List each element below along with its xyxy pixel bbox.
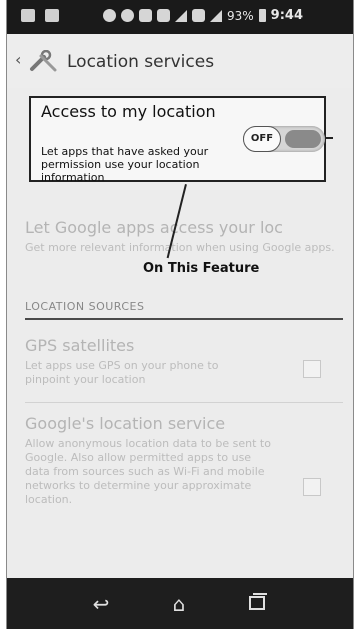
google-location-description: Allow anonymous location data to be sent…: [25, 437, 271, 506]
access-location-description: Let apps that have asked your permission…: [41, 145, 209, 184]
tools-icon[interactable]: [29, 50, 59, 72]
battery-icon: [258, 9, 266, 22]
google-apps-setting[interactable]: Let Google apps access your loc Get more…: [25, 218, 341, 255]
gps-title: GPS satellites: [25, 336, 135, 355]
notification-icons: [21, 9, 59, 22]
battery-percent: 93%: [227, 8, 254, 23]
signal-icon: [175, 9, 187, 22]
google-location-service-setting[interactable]: Google's location service Allow anonymou…: [25, 414, 341, 507]
section-divider: [25, 318, 343, 320]
phone-screen: 93% 9:44 ‹ Location services Access to m…: [6, 0, 354, 629]
action-bar: ‹ Location services: [7, 34, 353, 88]
system-icons: 93% 9:44: [103, 8, 303, 23]
navigation-bar: ↩ ⌂: [7, 578, 353, 629]
toggle-track: [285, 130, 321, 148]
signal2-icon: [210, 9, 222, 22]
access-location-setting[interactable]: Access to my location Let apps that have…: [29, 96, 326, 184]
recent-apps-icon: [249, 593, 267, 610]
google-apps-description: Get more relevant information when using…: [25, 241, 335, 254]
google-apps-title: Let Google apps access your loc: [25, 218, 283, 237]
toggle-state-label: OFF: [243, 126, 281, 152]
google-location-checkbox[interactable]: [303, 478, 321, 496]
status-bar: 93% 9:44: [7, 0, 353, 34]
alarm-icon: [121, 9, 134, 22]
annotation-label: On This Feature: [143, 261, 260, 276]
gps-checkbox[interactable]: [303, 360, 321, 378]
back-chevron-icon[interactable]: ‹: [15, 50, 21, 69]
back-button-icon[interactable]: ↩: [81, 588, 121, 620]
gps-description: Let apps use GPS on your phone to pinpoi…: [25, 359, 219, 386]
gps-satellites-setting[interactable]: GPS satellites Let apps use GPS on your …: [25, 336, 341, 387]
callout-tick: [325, 137, 333, 139]
page-title: Location services: [67, 52, 215, 72]
access-location-toggle[interactable]: OFF: [243, 126, 325, 152]
sim2-icon: [192, 9, 205, 22]
access-location-title: Access to my location: [41, 102, 216, 121]
location-icon: [103, 9, 116, 22]
clock: 9:44: [270, 8, 304, 23]
sim-icon: [157, 9, 170, 22]
home-button-icon[interactable]: ⌂: [159, 588, 199, 620]
gallery-icon: [21, 9, 35, 22]
message-icon: [45, 9, 59, 22]
recent-apps-button[interactable]: [237, 588, 277, 620]
section-header-location-sources: LOCATION SOURCES: [25, 300, 145, 313]
row-divider: [25, 402, 343, 403]
google-location-title: Google's location service: [25, 414, 226, 433]
wifi-icon: [139, 9, 152, 22]
